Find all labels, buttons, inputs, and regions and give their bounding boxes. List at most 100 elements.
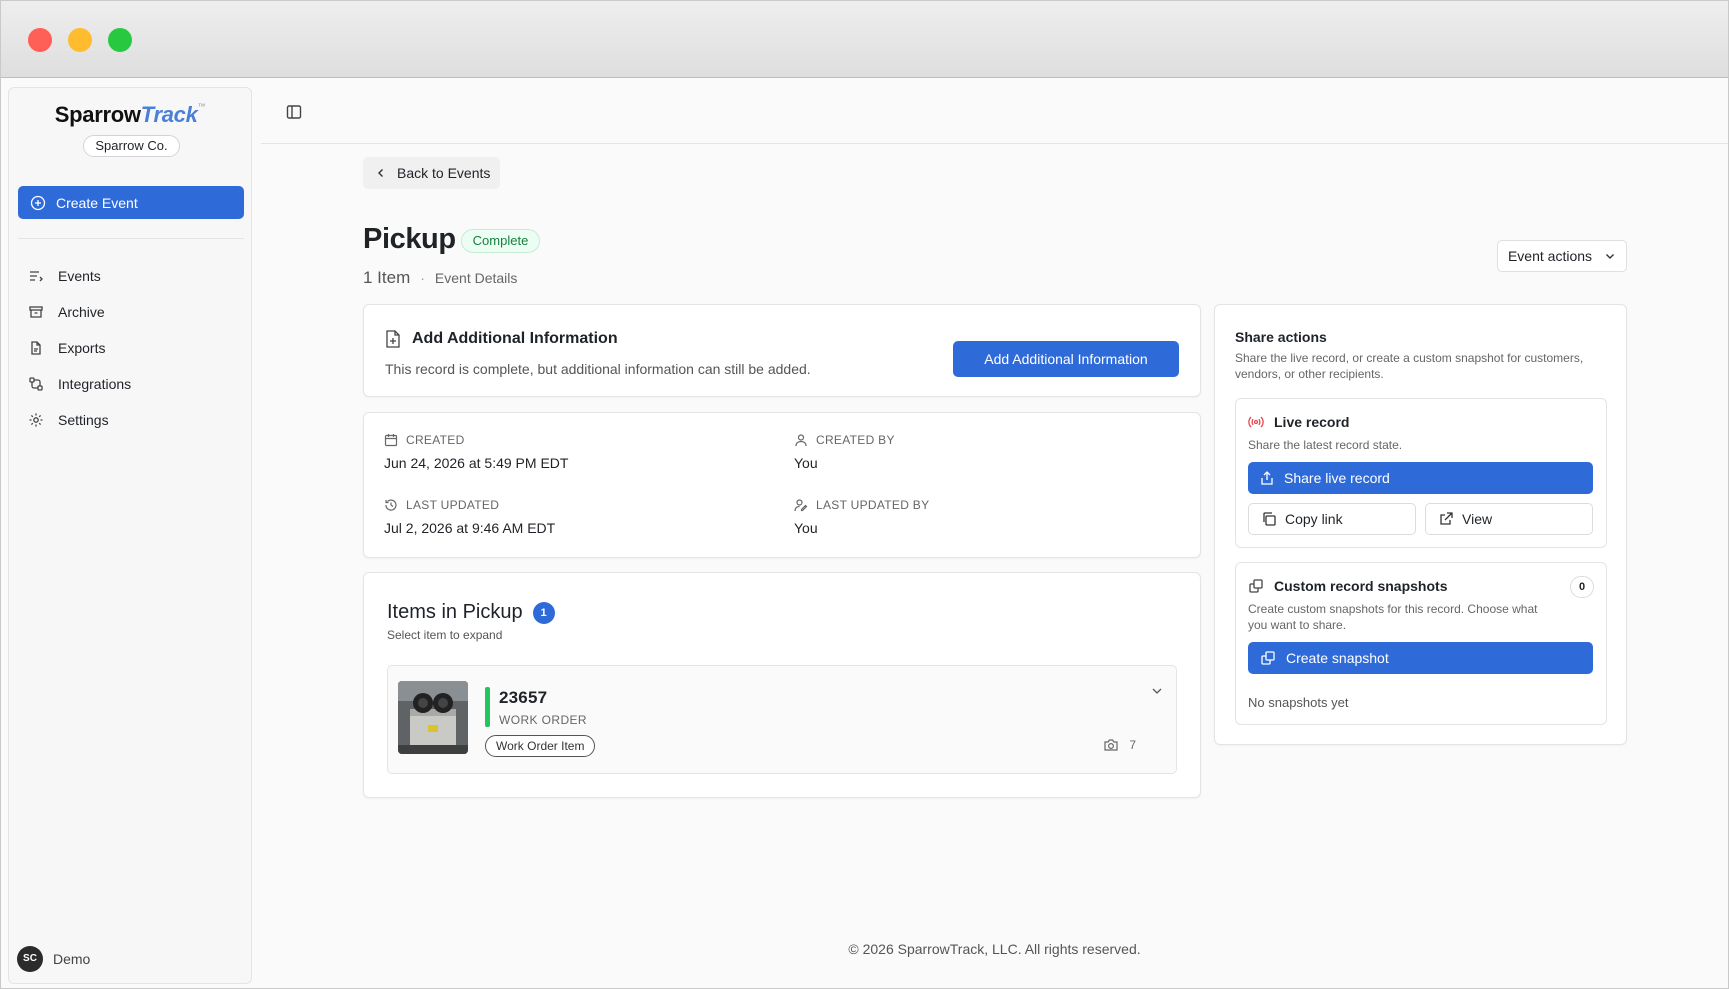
event-actions-label: Event actions [1507, 248, 1593, 264]
camera-icon [1104, 739, 1118, 751]
empty-snapshots-text: No snapshots yet [1248, 695, 1349, 710]
view-label: View [1462, 511, 1493, 527]
calendar-icon [384, 434, 398, 447]
share-actions-card: Share actions Share the live record, or … [1214, 304, 1627, 745]
custom-snapshots-description: Create custom snapshots for this record.… [1248, 602, 1538, 632]
last-updated-by-value: You [794, 520, 818, 536]
close-window-button[interactable] [28, 28, 52, 52]
back-label: Back to Events [397, 165, 491, 181]
additional-info-title-text: Add Additional Information [412, 330, 618, 347]
record-metadata-card: CREATED Jun 24, 2026 at 5:49 PM EDT CREA… [363, 412, 1201, 558]
sidebar-item-settings[interactable]: Settings [18, 402, 244, 438]
chevron-down-icon[interactable] [1150, 684, 1164, 698]
create-event-button[interactable]: Create Event [18, 186, 244, 219]
create-snapshot-label: Create snapshot [1286, 650, 1389, 666]
share-live-record-label: Share live record [1284, 470, 1390, 486]
file-plus-icon [386, 330, 400, 348]
share-actions-description: Share the live record, or create a custo… [1235, 351, 1584, 381]
minimize-window-button[interactable] [68, 28, 92, 52]
organization-badge[interactable]: Sparrow Co. [83, 135, 180, 157]
gear-icon [29, 413, 43, 427]
external-link-icon [1440, 512, 1453, 525]
avatar: SC [17, 946, 43, 972]
photo-count: 7 [1103, 738, 1136, 752]
brand-trademark: ™ [197, 102, 206, 111]
sidebar-item-exports[interactable]: Exports [18, 330, 244, 366]
chevron-down-icon [1606, 254, 1615, 259]
sidebar-item-label: Settings [58, 412, 109, 428]
snapshot-count-badge: 0 [1570, 576, 1594, 598]
status-accent-bar [485, 687, 490, 727]
live-record-title-text: Live record [1274, 414, 1350, 430]
sidebar-nav: Events Archive Exports Integrations Sett… [18, 258, 244, 438]
event-actions-dropdown[interactable]: Event actions [1497, 240, 1627, 272]
sidebar-toggle-icon[interactable] [285, 103, 303, 121]
created-by-field: CREATED BY You [794, 433, 895, 471]
share-live-record-button[interactable]: Share live record [1248, 462, 1593, 494]
maximize-window-button[interactable] [108, 28, 132, 52]
last-updated-by-field: LAST UPDATED BY You [794, 498, 929, 536]
back-to-events-button[interactable]: Back to Events [363, 157, 500, 189]
items-card: Items in Pickup 1 Select item to expand [363, 572, 1201, 798]
additional-info-description: This record is complete, but additional … [385, 361, 811, 377]
page-title: Pickup [363, 223, 456, 255]
items-title-text: Items in Pickup [387, 601, 523, 623]
item-type: WORK ORDER [499, 713, 587, 727]
add-additional-information-button[interactable]: Add Additional Information [953, 341, 1179, 377]
export-file-icon [31, 341, 41, 355]
copy-link-label: Copy link [1285, 511, 1343, 527]
sidebar-item-archive[interactable]: Archive [18, 294, 244, 330]
footer-copyright: © 2026 SparrowTrack, LLC. All rights res… [848, 941, 1141, 957]
page-subtitle: 1 Item · Event Details [363, 268, 517, 288]
create-event-label: Create Event [56, 194, 138, 211]
topbar [261, 87, 1728, 144]
create-snapshot-button[interactable]: Create snapshot [1248, 642, 1593, 674]
integrations-icon [29, 377, 43, 391]
live-record-card: Live record Share the latest record stat… [1235, 398, 1607, 548]
additional-info-card: Add Additional Information This record i… [363, 304, 1201, 397]
brand-logo[interactable]: SparrowTrack™ [9, 102, 251, 128]
created-by-label: CREATED BY [816, 433, 895, 447]
items-title: Items in Pickup 1 [387, 601, 555, 624]
item-number: 23657 [499, 688, 548, 707]
sidebar-item-label: Exports [58, 340, 106, 356]
share-icon [1261, 471, 1273, 485]
user-edit-icon [794, 499, 808, 512]
created-label: CREATED [406, 433, 465, 447]
user-icon [795, 434, 807, 447]
custom-snapshots-card: Custom record snapshots 0 Create custom … [1235, 562, 1607, 725]
last-updated-by-label: LAST UPDATED BY [816, 498, 930, 512]
history-icon [385, 499, 397, 511]
event-details-label: Event Details [434, 270, 518, 286]
app-window: SparrowTrack™ Sparrow Co. Create Event E… [0, 0, 1729, 989]
live-record-title: Live record [1248, 414, 1349, 430]
list-item[interactable]: 23657 WORK ORDER Work Order Item 7 [387, 665, 1177, 774]
snapshot-icon [1261, 651, 1275, 665]
sidebar-item-label: Events [58, 268, 101, 284]
copy-link-button[interactable]: Copy link [1248, 503, 1416, 535]
brand-name-part2: Track [140, 102, 198, 127]
sidebar-item-integrations[interactable]: Integrations [18, 366, 244, 402]
view-button[interactable]: View [1425, 503, 1593, 535]
last-updated-field: LAST UPDATED Jul 2, 2026 at 9:46 AM EDT [384, 498, 555, 536]
sidebar-item-events[interactable]: Events [18, 258, 244, 294]
status-badge: Complete [461, 229, 540, 253]
created-value: Jun 24, 2026 at 5:49 PM EDT [384, 455, 569, 471]
created-by-value: You [794, 455, 818, 471]
custom-snapshots-title: Custom record snapshots [1248, 578, 1447, 594]
created-field: CREATED Jun 24, 2026 at 5:49 PM EDT [384, 433, 568, 471]
last-updated-label: LAST UPDATED [406, 498, 500, 512]
user-menu[interactable]: SC Demo [17, 946, 90, 972]
sidebar: SparrowTrack™ Sparrow Co. Create Event E… [8, 87, 252, 984]
additional-info-title: Add Additional Information [384, 329, 618, 349]
list-icon [30, 271, 43, 282]
share-actions-title: Share actions [1235, 329, 1327, 345]
subtitle-separator: · [420, 270, 425, 286]
copy-icon [1263, 512, 1276, 526]
photo-count-value: 7 [1129, 738, 1136, 752]
last-updated-value: Jul 2, 2026 at 9:46 AM EDT [384, 520, 556, 536]
item-thumbnail [398, 681, 468, 754]
sidebar-item-label: Integrations [58, 376, 132, 392]
broadcast-icon [1248, 416, 1264, 428]
chevron-left-icon [378, 169, 383, 177]
